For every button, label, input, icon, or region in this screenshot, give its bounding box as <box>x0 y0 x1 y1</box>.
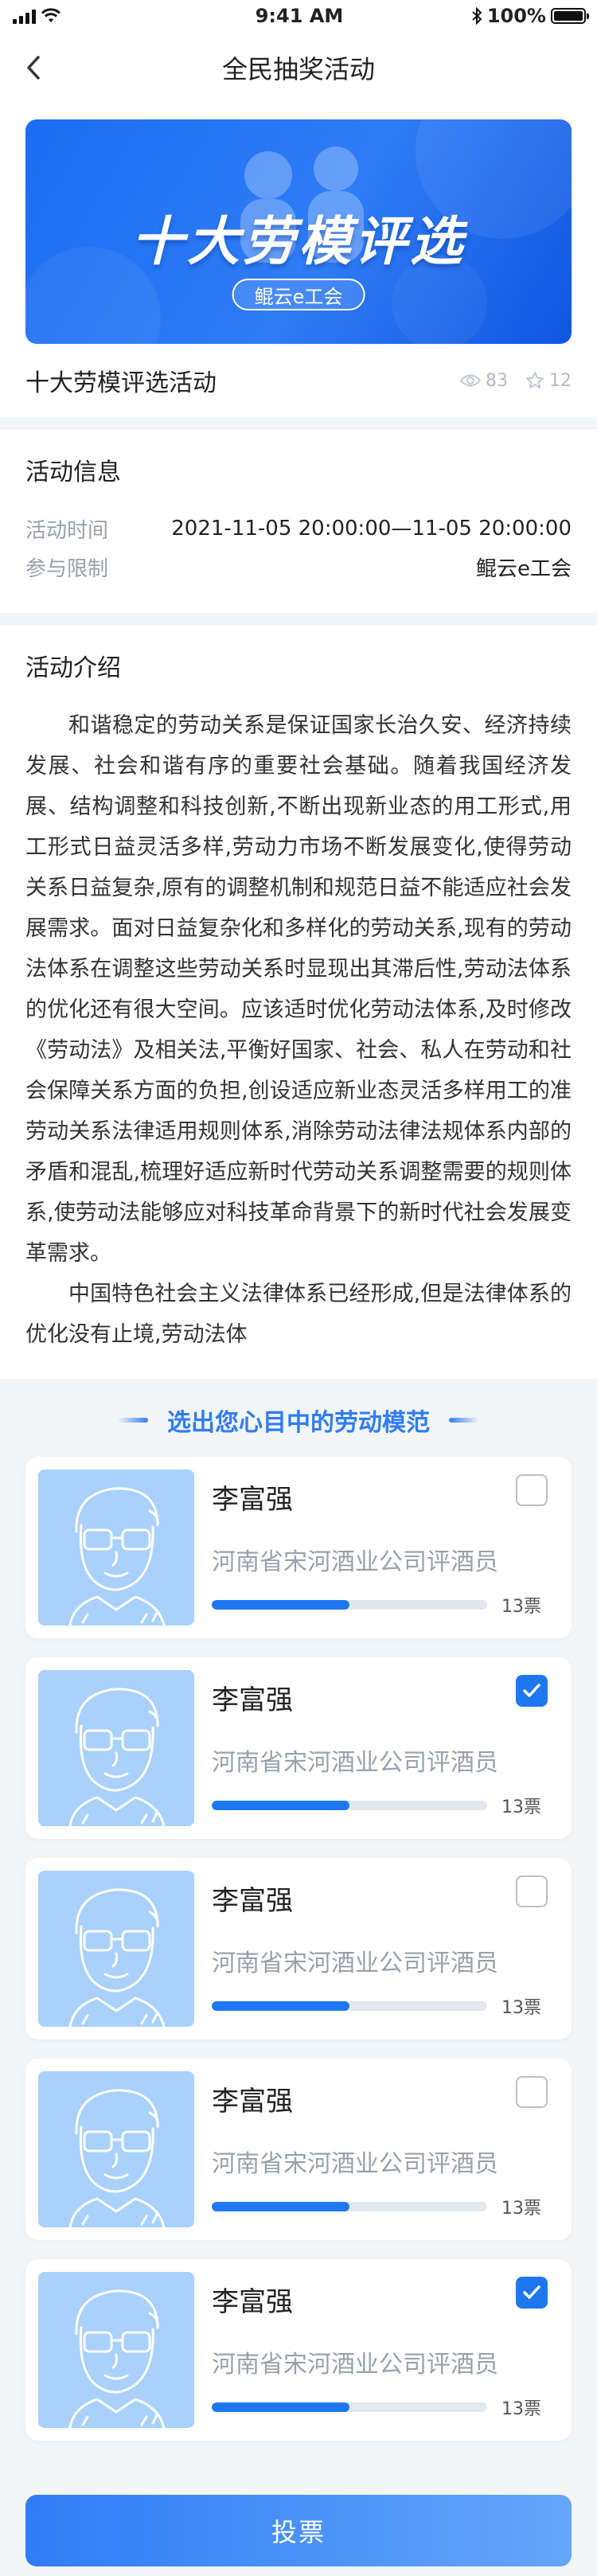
vote-progress-fill <box>212 2402 349 2412</box>
activity-title: 十大劳模评选活动 <box>25 369 217 397</box>
candidate-name: 李富强 <box>212 1885 293 1917</box>
page-title: 全民抽奖活动 <box>221 54 375 84</box>
vote-progress-bar <box>212 2001 487 2011</box>
candidate-title: 河南省宋河酒业公司评酒员 <box>212 1749 498 1777</box>
time-label: 活动时间 <box>25 518 109 543</box>
candidate-info: 李富强 河南省宋河酒业公司评酒员 13票 <box>212 2272 559 2428</box>
check-icon <box>523 1684 540 1697</box>
candidate-info: 李富强 河南省宋河酒业公司评酒员 13票 <box>212 1670 559 1826</box>
candidate-info: 李富强 河南省宋河酒业公司评酒员 13票 <box>212 1871 559 2027</box>
status-time: 9:41 AM <box>255 5 344 27</box>
bluetooth-icon <box>472 7 482 25</box>
status-bar: 9:41 AM 100% <box>0 0 597 32</box>
avatar <box>38 1871 194 2027</box>
vote-count: 13票 <box>501 2199 541 2219</box>
vote-heading: 选出您心目中的劳动模范 <box>25 1396 572 1444</box>
candidate-name: 李富强 <box>212 1684 293 1716</box>
candidate-card[interactable]: 李富强 河南省宋河酒业公司评酒员 13票 <box>25 2259 572 2441</box>
candidate-card[interactable]: 李富强 河南省宋河酒业公司评酒员 13票 <box>25 1457 572 1638</box>
info-heading: 活动信息 <box>25 459 121 486</box>
vote-progress-bar <box>212 2202 487 2211</box>
check-icon <box>523 2285 540 2299</box>
status-left <box>13 8 172 24</box>
candidate-checkbox[interactable] <box>516 1474 548 1506</box>
candidate-info: 李富强 河南省宋河酒业公司评酒员 13票 <box>212 1469 559 1626</box>
limit-value: 鲲云e工会 <box>476 556 572 581</box>
battery-icon <box>550 8 589 24</box>
vote-progress-row: 13票 <box>212 2194 559 2219</box>
hero-section: 十大劳模评选 鲲云e工会 十大劳模评选活动 83 12 <box>0 103 597 417</box>
eye-icon <box>460 374 481 387</box>
vote-progress-row: 13票 <box>212 2395 559 2420</box>
avatar <box>38 2071 194 2227</box>
candidate-title: 河南省宋河酒业公司评酒员 <box>212 2150 498 2178</box>
vote-heading-text: 选出您心目中的劳动模范 <box>167 1409 430 1437</box>
chevron-left-icon[interactable] <box>21 54 48 81</box>
candidate-checkbox[interactable] <box>516 2277 548 2309</box>
view-count: 83 <box>460 371 508 391</box>
view-count-value: 83 <box>486 370 508 391</box>
vote-progress-fill <box>212 1801 349 1810</box>
avatar <box>38 1670 194 1826</box>
star-icon <box>526 372 544 388</box>
vote-progress-row: 13票 <box>212 1793 559 1818</box>
intro-text: 和谐稳定的劳动关系是保证国家长治久安、经济持续发展、社会和谐有序的重要社会基础。… <box>25 705 572 1379</box>
candidate-title: 河南省宋河酒业公司评酒员 <box>212 1548 498 1576</box>
vote-progress-fill <box>212 1600 349 1610</box>
limit-label: 参与限制 <box>25 556 109 581</box>
vote-count: 13票 <box>501 1797 541 1817</box>
activity-title-row: 十大劳模评选活动 83 12 <box>25 344 572 417</box>
favorite-count-value: 12 <box>549 370 572 391</box>
heading-decor-right <box>449 1418 479 1423</box>
time-value: 2021-11-05 20:00:00—11-05 20:00:00 <box>171 517 572 541</box>
candidate-card[interactable]: 李富强 河南省宋河酒业公司评酒员 13票 <box>25 1657 572 1839</box>
candidate-checkbox[interactable] <box>516 1675 548 1707</box>
nav-bar: 全民抽奖活动 <box>0 32 597 103</box>
favorite-count[interactable]: 12 <box>525 371 572 391</box>
wifi-icon <box>41 8 61 22</box>
candidate-title: 河南省宋河酒业公司评酒员 <box>212 1950 498 1977</box>
signal-icon <box>13 8 36 24</box>
candidate-card[interactable]: 李富强 河南省宋河酒业公司评酒员 13票 <box>25 1858 572 2039</box>
intro-paragraph: 和谐稳定的劳动关系是保证国家长治久安、经济持续发展、社会和谐有序的重要社会基础。… <box>25 713 572 1266</box>
candidate-info: 李富强 河南省宋河酒业公司评酒员 13票 <box>212 2071 559 2227</box>
vote-section: 选出您心目中的劳动模范 李富强 河南省宋河酒业公司评酒员 13票 李富强 河南省… <box>0 1379 597 2441</box>
vote-progress-fill <box>212 2001 349 2011</box>
submit-area: 投票 <box>0 2460 597 2566</box>
candidate-list: 李富强 河南省宋河酒业公司评酒员 13票 李富强 河南省宋河酒业公司评酒员 13… <box>25 1457 572 2441</box>
candidate-name: 李富强 <box>212 2086 293 2117</box>
vote-progress-row: 13票 <box>212 1592 559 1618</box>
avatar <box>38 1469 194 1626</box>
activity-info-section: 活动信息 活动时间 2021-11-05 20:00:00—11-05 20:0… <box>0 430 597 613</box>
activity-banner[interactable]: 十大劳模评选 鲲云e工会 <box>25 119 572 344</box>
vote-progress-row: 13票 <box>212 1993 559 2019</box>
vote-count: 13票 <box>501 1597 541 1617</box>
heading-decor-left <box>118 1418 148 1423</box>
vote-progress-bar <box>212 1600 487 1610</box>
info-row-limit: 参与限制 鲲云e工会 <box>25 548 572 586</box>
candidate-card[interactable]: 李富强 河南省宋河酒业公司评酒员 13票 <box>25 2059 572 2240</box>
candidate-checkbox[interactable] <box>516 2076 548 2108</box>
intro-paragraph: 中国特色社会主义法律体系已经形成,但是法律体系的优化没有止境,劳动法体 <box>25 1282 572 1347</box>
candidate-name: 李富强 <box>212 1484 293 1516</box>
activity-meta: 83 12 <box>460 371 572 391</box>
vote-progress-bar <box>212 1801 487 1810</box>
vote-count: 13票 <box>501 1998 541 2018</box>
candidate-name: 李富强 <box>212 2286 293 2318</box>
vote-submit-button[interactable]: 投票 <box>25 2495 572 2566</box>
avatar <box>38 2272 194 2428</box>
banner-title: 十大劳模评选 <box>131 211 466 272</box>
activity-intro-section: 活动介绍 和谐稳定的劳动关系是保证国家长治久安、经济持续发展、社会和谐有序的重要… <box>0 626 597 1379</box>
vote-count: 13票 <box>501 2399 541 2419</box>
candidate-title: 河南省宋河酒业公司评酒员 <box>212 2351 498 2379</box>
status-right: 100% <box>427 5 589 27</box>
info-row-time: 活动时间 2021-11-05 20:00:00—11-05 20:00:00 <box>25 509 572 548</box>
candidate-checkbox[interactable] <box>516 1875 548 1907</box>
banner-badge: 鲲云e工会 <box>232 279 365 310</box>
intro-heading: 活动介绍 <box>25 654 121 682</box>
vote-progress-bar <box>212 2402 487 2412</box>
vote-progress-fill <box>212 2202 349 2211</box>
battery-percent: 100% <box>486 5 546 27</box>
